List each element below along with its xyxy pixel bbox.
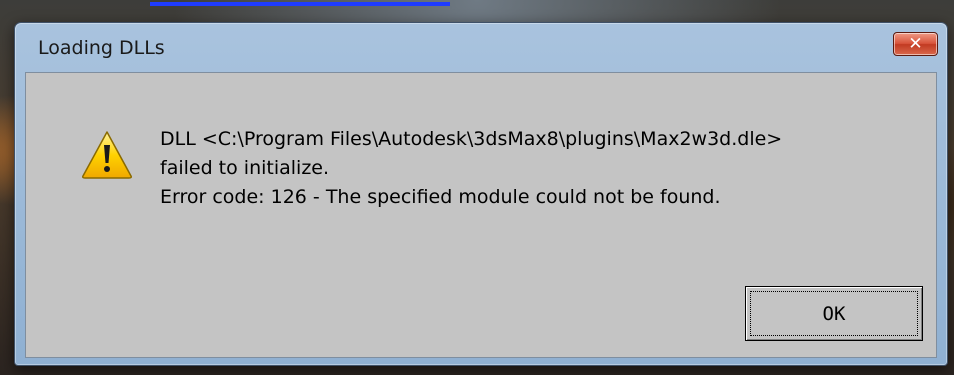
background-link-underline bbox=[150, 0, 450, 6]
loading-dlls-dialog: Loading DLLs ✕ DLL <C:\Program Files\Aut… bbox=[14, 22, 948, 366]
ok-button[interactable]: OK bbox=[745, 286, 923, 341]
message-line-failed: failed to initialize. bbox=[160, 157, 330, 179]
dialog-body: DLL <C:\Program Files\Autodesk\3dsMax8\p… bbox=[25, 72, 937, 358]
dialog-title: Loading DLLs bbox=[38, 37, 165, 59]
message-line-dll-path: DLL <C:\Program Files\Autodesk\3dsMax8\p… bbox=[160, 128, 783, 150]
message-line-error-code: Error code: 126 - The specified module c… bbox=[160, 186, 721, 208]
error-message: DLL <C:\Program Files\Autodesk\3dsMax8\p… bbox=[160, 125, 920, 212]
warning-icon bbox=[82, 131, 132, 179]
close-button[interactable]: ✕ bbox=[893, 32, 938, 56]
ok-button-label: OK bbox=[750, 291, 918, 336]
title-bar[interactable]: Loading DLLs ✕ bbox=[15, 23, 947, 73]
